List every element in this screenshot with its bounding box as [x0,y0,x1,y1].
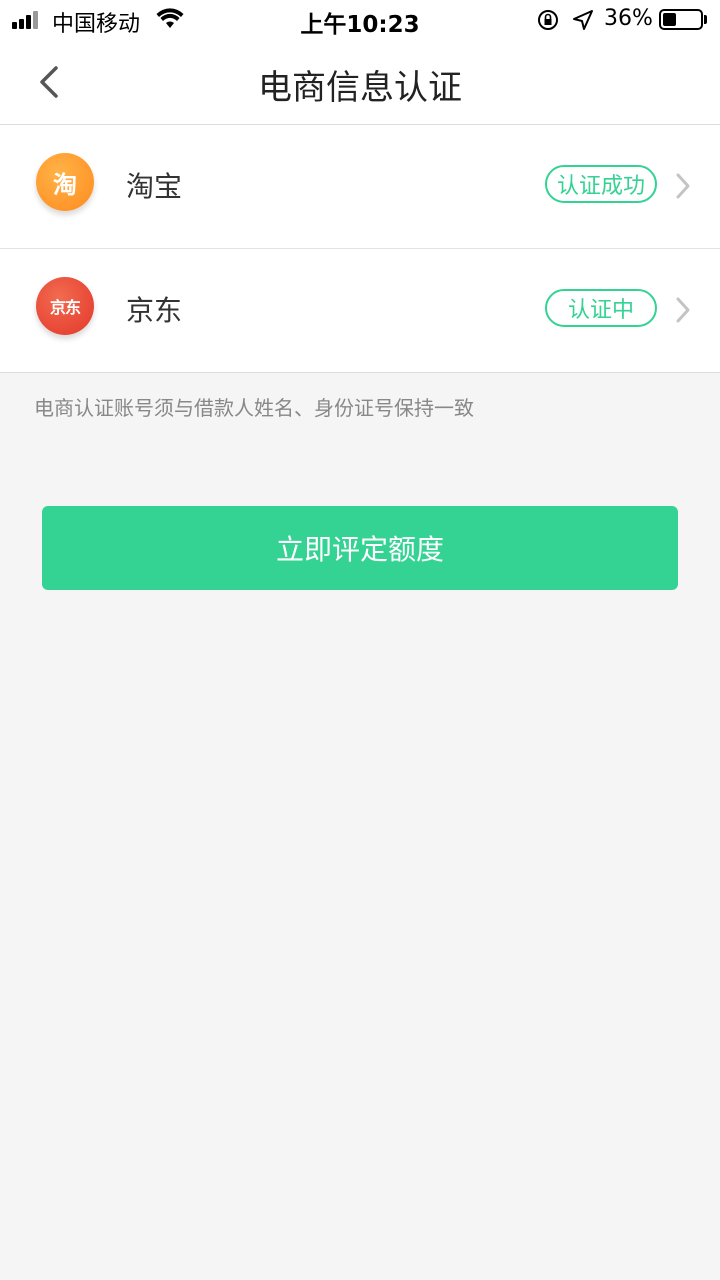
list-item-taobao[interactable]: 淘 淘宝 认证成功 [0,125,720,249]
platform-list: 淘 淘宝 认证成功 京东 京东 认证中 [0,125,720,373]
evaluate-credit-button[interactable]: 立即评定额度 [42,506,678,590]
nav-bar: 电商信息认证 [0,40,720,125]
jd-logo-icon: 京东 [36,277,94,335]
chevron-right-icon [676,297,690,323]
platform-name: 京东 [126,294,183,327]
orientation-lock-icon [538,10,558,30]
platform-name: 淘宝 [126,170,183,203]
hint-text: 电商认证账号须与借款人姓名、身份证号保持一致 [34,396,474,420]
list-item-jd[interactable]: 京东 京东 认证中 [0,249,720,373]
battery-icon [659,9,703,30]
status-badge: 认证中 [545,289,657,327]
battery-tip [704,15,707,24]
battery-percent: 36% [604,6,653,31]
status-bar: 中国移动 上午10:23 36% [0,0,720,40]
location-arrow-icon [573,10,593,30]
page-title: 电商信息认证 [258,68,462,108]
status-badge: 认证成功 [545,165,657,203]
chevron-right-icon [676,173,690,199]
taobao-logo-icon: 淘 [36,153,94,211]
